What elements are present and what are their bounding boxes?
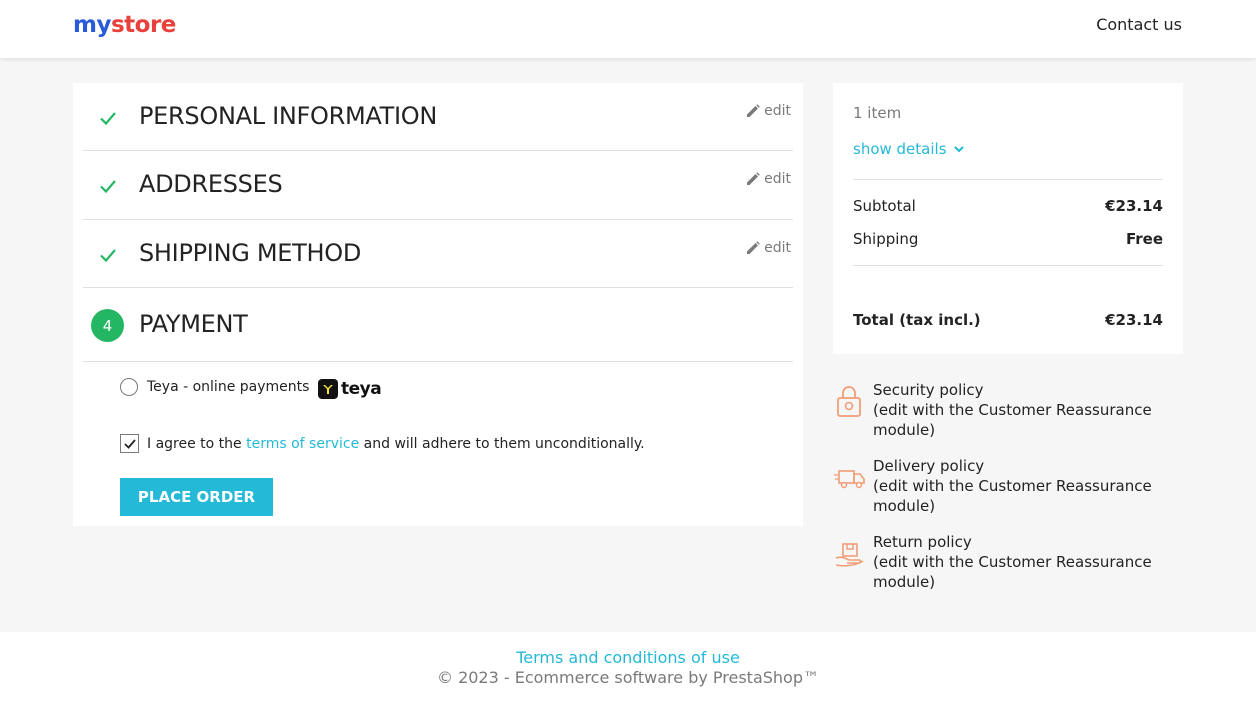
reassurance-security: Security policy (edit with the Customer …	[833, 380, 1163, 440]
step-payment: 4 PAYMENT	[83, 288, 793, 362]
edit-personal-information-button[interactable]: edit	[746, 103, 791, 119]
shipping-value: Free	[1125, 230, 1163, 248]
items-count: 1 item	[853, 104, 902, 122]
step-number-badge: 4	[91, 309, 124, 342]
total-row: Total (tax incl.) €23.14	[853, 311, 1163, 329]
reassurance-title: Delivery policy	[873, 457, 985, 475]
step-title: SHIPPING METHOD	[139, 239, 362, 267]
edit-label: edit	[764, 240, 791, 256]
reassurance-subtitle: (edit with the Customer Reassurance modu…	[873, 477, 1152, 515]
terms-and-conditions-link[interactable]: Terms and conditions of use	[0, 648, 1256, 667]
teya-logo-mark-icon	[318, 379, 338, 399]
pencil-icon	[747, 241, 760, 254]
teya-logo-text: teya	[341, 379, 382, 399]
checkmark-icon	[100, 112, 116, 126]
truck-icon	[834, 470, 865, 489]
site-footer: Terms and conditions of use © 2023 - Eco…	[0, 632, 1256, 702]
place-order-button[interactable]: PLACE ORDER	[120, 478, 273, 516]
agree-prefix: I agree to the	[147, 435, 247, 452]
reassurance-title: Security policy	[873, 381, 984, 399]
pencil-icon	[747, 172, 760, 185]
logo-text-store: store	[110, 12, 176, 38]
subtotal-row: Subtotal €23.14	[853, 197, 1163, 215]
lock-icon	[837, 386, 861, 417]
terms-of-service-link[interactable]: terms of service	[246, 436, 359, 452]
checkmark-icon	[100, 180, 116, 194]
cart-summary: 1 item show details Subtotal €23.14 Ship…	[833, 83, 1183, 354]
subtotal-label: Subtotal	[853, 197, 916, 215]
reassurance-title: Return policy	[873, 533, 972, 551]
agree-suffix: and will adhere to them unconditionally.	[359, 435, 645, 452]
edit-label: edit	[764, 171, 791, 187]
payment-option-teya[interactable]: Teya - online payments	[120, 378, 309, 396]
terms-agreement-text: I agree to the terms of service and will…	[147, 436, 645, 452]
step-title: PERSONAL INFORMATION	[139, 102, 438, 130]
terms-agreement-checkbox[interactable]	[120, 434, 139, 453]
reassurance-delivery: Delivery policy (edit with the Customer …	[833, 456, 1163, 516]
step-title: PAYMENT	[139, 310, 248, 338]
step-addresses: ADDRESSES edit	[83, 151, 793, 220]
shipping-row: Shipping Free	[853, 230, 1163, 248]
checkbox-check-icon	[123, 438, 136, 449]
edit-shipping-method-button[interactable]: edit	[746, 240, 791, 256]
total-value: €23.14	[1105, 311, 1163, 329]
show-details-label: show details	[853, 140, 947, 158]
store-logo[interactable]: my store	[73, 12, 176, 38]
total-label: Total (tax incl.)	[853, 311, 981, 329]
summary-divider	[853, 265, 1163, 266]
shipping-label: Shipping	[853, 230, 919, 248]
checkout-steps: PERSONAL INFORMATION edit ADDRESSES edit…	[73, 83, 803, 526]
checkmark-icon	[100, 249, 116, 263]
reassurance-subtitle: (edit with the Customer Reassurance modu…	[873, 553, 1152, 591]
site-header: my store Contact us	[0, 0, 1256, 58]
contact-us-link[interactable]: Contact us	[1096, 15, 1182, 34]
copyright-text: © 2023 - Ecommerce software by PrestaSho…	[436, 668, 819, 687]
summary-divider	[853, 179, 1163, 180]
terms-agreement: I agree to the terms of service and will…	[120, 434, 645, 453]
edit-addresses-button[interactable]: edit	[746, 171, 791, 187]
pencil-icon	[747, 104, 760, 117]
teya-logo: teya	[318, 379, 382, 399]
logo-text-my: my	[73, 12, 111, 38]
reassurance-subtitle: (edit with the Customer Reassurance modu…	[873, 401, 1152, 439]
edit-label: edit	[764, 103, 791, 119]
payment-option-radio[interactable]	[120, 378, 138, 396]
step-title: ADDRESSES	[139, 170, 283, 198]
chevron-down-icon	[953, 146, 964, 153]
show-details-toggle[interactable]: show details	[853, 140, 965, 158]
return-box-icon	[835, 543, 864, 567]
step-shipping-method: SHIPPING METHOD edit	[83, 220, 793, 288]
payment-option-label: Teya - online payments	[147, 379, 310, 395]
reassurance-return: Return policy (edit with the Customer Re…	[833, 532, 1163, 592]
step-personal-information: PERSONAL INFORMATION edit	[83, 83, 793, 151]
subtotal-value: €23.14	[1105, 197, 1163, 215]
